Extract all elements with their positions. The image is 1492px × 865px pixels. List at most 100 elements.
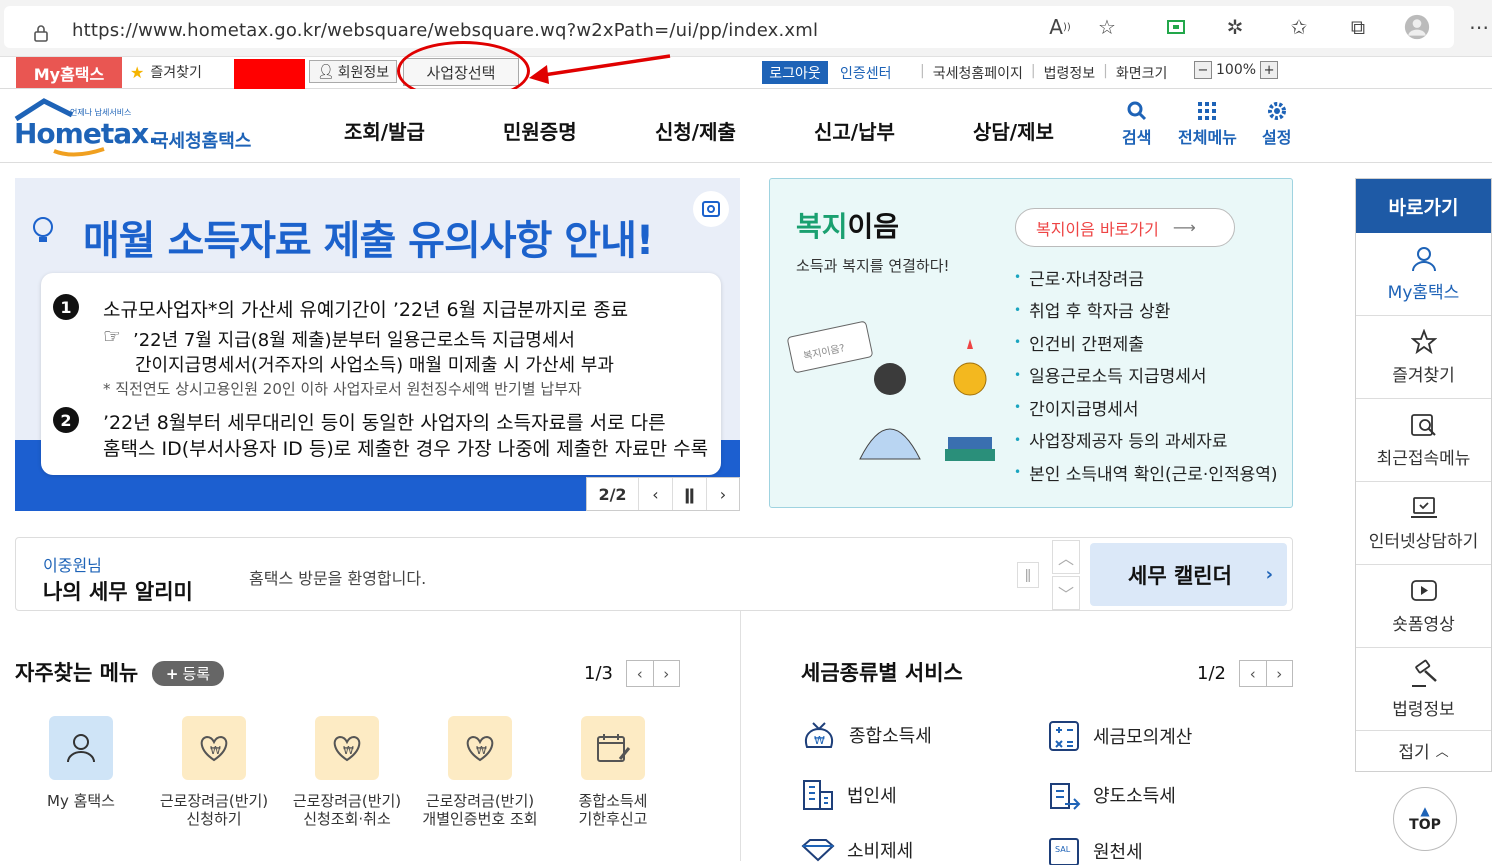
welfare-goto-button[interactable]: 복지이음 바로가기 ⟶ <box>1015 208 1235 247</box>
banner-pause-button[interactable]: ǁ <box>673 478 707 510</box>
freq-next-button[interactable]: › <box>654 661 680 686</box>
tax-item-label: 종합소득세 <box>849 726 932 747</box>
more-menu-icon[interactable]: ⋯ <box>1466 14 1492 40</box>
profile-avatar[interactable] <box>1404 14 1430 40</box>
nav-consult[interactable]: 상담/제보 <box>973 116 1054 145</box>
zoom-in-button[interactable]: + <box>1260 61 1279 79</box>
plus-icon: + <box>165 664 179 683</box>
freq-item-eitc-auth[interactable]: ₩ 근로장려금(반기) 개별인증번호 조회 <box>416 716 544 828</box>
welfare-item[interactable]: 취업 후 학자금 상환 <box>1014 294 1278 327</box>
scroll-top-button[interactable]: ▲ TOP <box>1393 787 1457 851</box>
quick-fold-button[interactable]: 접기 ︿ <box>1356 731 1491 769</box>
freq-item-income-tax-late[interactable]: 종합소득세 기한후신고 <box>549 716 677 828</box>
logout-button[interactable]: 로그아웃 <box>762 61 828 84</box>
nav-apply[interactable]: 신청/제출 <box>655 116 736 145</box>
nav-report-pay[interactable]: 신고/납부 <box>814 116 895 145</box>
star-icon: ★ <box>130 62 145 82</box>
register-label: 등록 <box>182 665 211 683</box>
tax-item-simulation[interactable]: 세금모의계산 <box>1047 719 1192 753</box>
tax-item-corporate[interactable]: 법인세 <box>801 778 897 812</box>
notice-banner[interactable]: 매월 소득자료 제출 유의사항 안내! 1 소규모사업자*의 가산세 유예기간이… <box>15 178 740 511</box>
welfare-item[interactable]: 일용근로소득 지급명세서 <box>1014 359 1278 392</box>
banner-prev-button[interactable]: ‹ <box>639 478 673 510</box>
search-icon <box>1127 101 1146 121</box>
freq-item-label: My 홈택스 <box>47 792 115 810</box>
gear-icon <box>1267 102 1286 120</box>
person-icon: 👤︎ <box>316 63 335 80</box>
tax-calendar-label: 세무 캘린더 <box>1128 563 1232 588</box>
search-label: 검색 <box>1122 128 1152 147</box>
freq-item-my-hometax[interactable]: My 홈택스 <box>17 716 145 810</box>
welfare-illustration: 복지이음? <box>787 321 995 461</box>
member-info-button[interactable]: 👤︎ 회원정보 <box>309 60 397 83</box>
welfare-item[interactable]: 인건비 간편제출 <box>1014 326 1278 359</box>
zoom-out-button[interactable]: − <box>1194 61 1212 79</box>
top-label: TOP <box>1409 817 1441 833</box>
banner-line-2a: ’22년 8월부터 세무대리인 등이 동일한 사업자의 소득자료를 서로 다른 <box>103 412 666 434</box>
alarm-pause-button[interactable]: ǁ <box>1017 562 1039 588</box>
favorites-icon[interactable]: ✩ <box>1286 14 1312 40</box>
zoom-view-icon[interactable] <box>691 189 731 229</box>
document-transfer-icon <box>1050 783 1081 810</box>
welfare-item[interactable]: 사업장제공자 등의 과세자료 <box>1014 424 1278 457</box>
alarm-title: 나의 세무 알리미 <box>43 580 193 604</box>
settings-button[interactable]: 설정 <box>1262 101 1291 148</box>
welfare-item[interactable]: 근로·자녀장려금 <box>1014 261 1278 294</box>
logo-wordmark: Hometax. <box>14 117 159 150</box>
extension-icon[interactable] <box>1163 14 1189 40</box>
hometax-logo[interactable]: 언제나 납세서비스 Hometax. 국세청홈택스 <box>14 97 264 157</box>
grid-menu-icon <box>1198 102 1217 120</box>
url-text[interactable]: https://www.hometax.go.kr/websquare/webs… <box>72 20 818 41</box>
redacted-name-block <box>234 59 305 91</box>
tax-service-title: 세금종류별 서비스 <box>801 661 963 685</box>
quick-short-video[interactable]: 숏폼영상 <box>1356 565 1491 648</box>
search-button[interactable]: 검색 <box>1122 101 1151 148</box>
alarm-up-button[interactable]: ︿ <box>1052 540 1080 574</box>
freq-item-eitc-apply[interactable]: ₩ 근로장려금(반기) 신청하기 <box>150 716 278 828</box>
puzzle-extensions-icon[interactable]: ✲ <box>1222 14 1248 40</box>
banner-next-button[interactable]: › <box>707 478 739 510</box>
tax-item-consumption[interactable]: 소비제세 <box>801 837 913 863</box>
tax-prev-button[interactable]: ‹ <box>1240 661 1267 686</box>
quick-favorites[interactable]: 즐겨찾기 <box>1356 316 1491 399</box>
nav-inquiry[interactable]: 조회/발급 <box>344 116 425 145</box>
recent-search-icon <box>1410 413 1436 436</box>
law-info-link[interactable]: 법령정보 <box>1044 63 1096 83</box>
quick-my-hometax[interactable]: My홈택스 <box>1356 233 1491 316</box>
quick-online-consult[interactable]: 인터넷상담하기 <box>1356 482 1491 565</box>
utility-links: | 국세청홈페이지 | 법령정보 | 화면크기 <box>920 63 1167 83</box>
collections-icon[interactable]: ⧉ <box>1345 14 1371 40</box>
add-favorite-icon[interactable]: ☆ <box>1094 14 1120 40</box>
heart-money-icon: ₩ <box>182 716 246 780</box>
tax-item-comprehensive-income[interactable]: ₩ 종합소득세 <box>801 719 932 751</box>
quick-menu: 바로가기 My홈택스 즐겨찾기 최근접속메뉴 인터넷상담하기 숏폼영상 법령정보… <box>1355 178 1492 772</box>
svg-text:SAL: SAL <box>1055 845 1071 854</box>
alarm-down-button[interactable]: ﹀ <box>1052 576 1080 610</box>
quick-law-info[interactable]: 법령정보 <box>1356 648 1491 731</box>
nts-home-link[interactable]: 국세청홈페이지 <box>933 63 1023 83</box>
welfare-panel: 복지이음 소득과 복지를 연결하다! 복지이음 바로가기 ⟶ 복지이음? 근로·자… <box>769 178 1293 508</box>
tax-item-label: 세금모의계산 <box>1093 727 1193 748</box>
welfare-list: 근로·자녀장려금 취업 후 학자금 상환 인건비 간편제출 일용근로소득 지급명… <box>1014 261 1278 489</box>
nav-civil-cert[interactable]: 민원증명 <box>503 116 577 145</box>
welfare-item[interactable]: 본인 소득내역 확인(근로·인적용역) <box>1014 456 1277 489</box>
banner-line-1b: 간이지급명세서(거주자의 사업소득) 매월 미제출 시 가산세 부과 <box>135 355 614 376</box>
favorites-link[interactable]: ★ 즐겨찾기 <box>130 62 202 82</box>
tax-calendar-button[interactable]: 세무 캘린더 › <box>1090 543 1287 606</box>
welfare-item[interactable]: 간이지급명세서 <box>1014 391 1278 424</box>
register-button[interactable]: + 등록 <box>152 661 224 686</box>
tax-item-transfer-income[interactable]: 양도소득세 <box>1047 778 1176 812</box>
tax-alarm-bar: 이중원님 나의 세무 알리미 홈택스 방문을 환영합니다. ǁ ︿ ﹀ 세무 캘… <box>15 537 1293 611</box>
my-hometax-button[interactable]: My홈택스 <box>16 57 122 88</box>
all-menu-button[interactable]: 전체메뉴 <box>1178 101 1237 148</box>
freq-item-eitc-inquiry[interactable]: ₩ 근로장려금(반기) 신청조회·취소 <box>283 716 411 828</box>
read-aloud-icon[interactable]: A)) <box>1047 14 1073 40</box>
tax-item-label: 소비제세 <box>847 841 914 862</box>
triangle-up-icon: ▲ <box>1420 804 1430 818</box>
quick-recent-menu[interactable]: 최근접속메뉴 <box>1356 399 1491 482</box>
freq-prev-button[interactable]: ‹ <box>627 661 654 686</box>
cert-center-link[interactable]: 인증센터 <box>840 63 892 83</box>
freq-item-label: 근로장려금(반기) 개별인증번호 조회 <box>422 792 538 828</box>
freq-item-label: 근로장려금(반기) 신청조회·취소 <box>292 792 402 828</box>
tax-next-button[interactable]: › <box>1267 661 1293 686</box>
